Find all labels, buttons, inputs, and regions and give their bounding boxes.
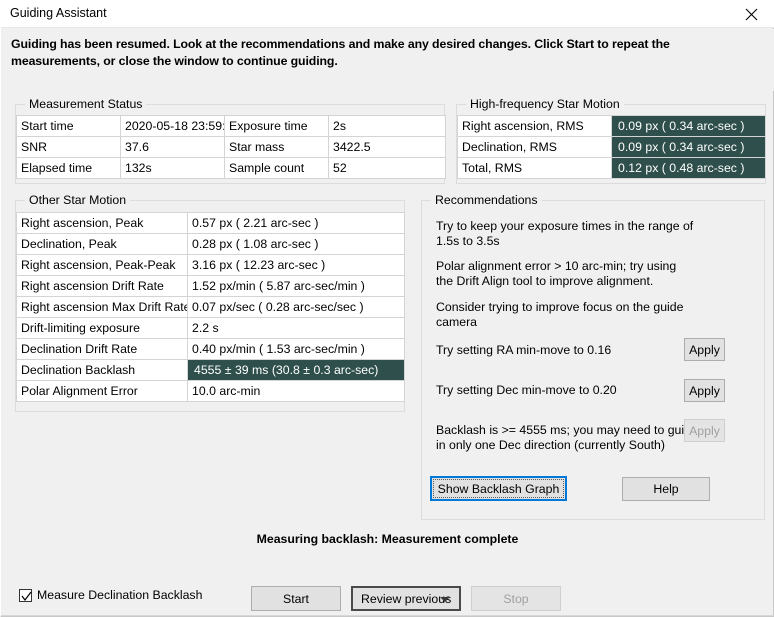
window-title: Guiding Assistant [10, 6, 107, 20]
table-row: Right ascension, Peak-Peak 3.16 px ( 12.… [16, 254, 405, 276]
instruction-banner: Guiding has been resumed. Look at the re… [1, 29, 774, 91]
table-row: Elapsed time 132s Sample count 52 [16, 157, 446, 179]
recommendation-text-focus: Consider trying to improve focus on the … [436, 300, 684, 329]
cell-value: 37.6 [120, 136, 225, 158]
guiding-assistant-window: Guiding Assistant Guiding has been resum… [0, 0, 774, 617]
high-frequency-star-motion-table: Right ascension, RMS 0.09 px ( 0.34 arc-… [457, 115, 766, 179]
show-backlash-graph-label: Show Backlash Graph [437, 481, 560, 496]
table-row: Declination Backlash 4555 ± 39 ms (30.8 … [16, 359, 405, 381]
cell-value: 2020-05-18 23:59:39 [120, 115, 225, 137]
title-bar: Guiding Assistant [1, 0, 774, 28]
high-frequency-star-motion-legend: High-frequency Star Motion [466, 97, 624, 111]
cell-label: SNR [16, 136, 121, 158]
cell-value: 0.12 px ( 0.48 arc-sec ) [611, 157, 766, 179]
apply-dec-min-move-button[interactable]: Apply [684, 379, 725, 402]
table-row: Drift-limiting exposure 2.2 s [16, 317, 405, 339]
table-row: Start time 2020-05-18 23:59:39 Exposure … [16, 115, 446, 137]
cell-label: Right ascension, Peak-Peak [16, 254, 188, 276]
close-icon[interactable] [728, 0, 774, 28]
cell-label: Total, RMS [457, 157, 612, 179]
instruction-line-2: measurements, or close the window to con… [11, 54, 338, 68]
start-button[interactable]: Start [251, 586, 341, 611]
recommendation-text-exposure: Try to keep your exposure times in the r… [436, 219, 694, 248]
measure-declination-backlash-checkbox[interactable]: Measure Declination Backlash [19, 588, 202, 602]
table-row: Total, RMS 0.12 px ( 0.48 arc-sec ) [457, 157, 766, 179]
table-row: Right ascension Drift Rate 1.52 px/min (… [16, 275, 405, 297]
cell-label: Right ascension, RMS [457, 115, 612, 137]
status-message: Measuring backlash: Measurement complete [256, 532, 519, 546]
cell-value: 3422.5 [328, 136, 446, 158]
table-row: Declination, RMS 0.09 px ( 0.34 arc-sec … [457, 136, 766, 158]
cell-value: 2s [328, 115, 446, 137]
recommendations-legend: Recommendations [431, 193, 542, 207]
cell-value: 132s [120, 157, 225, 179]
table-row: Right ascension, RMS 0.09 px ( 0.34 arc-… [457, 115, 766, 137]
cell-value: 0.07 px/sec ( 0.28 arc-sec/sec ) [187, 296, 405, 318]
cell-label: Elapsed time [16, 157, 121, 179]
table-row: Declination Drift Rate 0.40 px/min ( 1.5… [16, 338, 405, 360]
measurement-status-legend: Measurement Status [25, 97, 147, 111]
recommendation-text-dec-min-move: Try setting Dec min-move to 0.20 [436, 383, 617, 397]
cell-value: 52 [328, 157, 446, 179]
cell-value: 0.09 px ( 0.34 arc-sec ) [611, 136, 766, 158]
cell-value: 0.28 px ( 1.08 arc-sec ) [187, 233, 405, 255]
cell-label: Star mass [224, 136, 329, 158]
checkbox-label: Measure Declination Backlash [37, 588, 203, 602]
cell-label: Right ascension, Peak [16, 212, 188, 234]
cell-value: 10.0 arc-min [187, 380, 405, 402]
cell-value: 0.57 px ( 2.21 arc-sec ) [187, 212, 405, 234]
review-previous-dropdown[interactable]: Review previous [351, 586, 461, 611]
check-icon [21, 591, 32, 601]
chevron-down-icon [440, 596, 450, 602]
cell-label: Declination, RMS [457, 136, 612, 158]
recommendation-text-backlash: Backlash is >= 4555 ms; you may need to … [436, 423, 698, 452]
help-button[interactable]: Help [622, 477, 710, 501]
cell-label: Declination Drift Rate [16, 338, 188, 360]
table-row: Right ascension Max Drift Rate 0.07 px/s… [16, 296, 405, 318]
cell-label: Declination Backlash [16, 359, 188, 381]
close-icon-glyph [745, 8, 757, 20]
other-star-motion-legend: Other Star Motion [25, 193, 131, 207]
cell-value: 1.52 px/min ( 5.87 arc-sec/min ) [187, 275, 405, 297]
show-backlash-graph-button[interactable]: Show Backlash Graph [430, 476, 567, 501]
cell-label: Declination, Peak [16, 233, 188, 255]
review-previous-label: Review previous [361, 591, 452, 606]
cell-label: Drift-limiting exposure [16, 317, 188, 339]
cell-label: Sample count [224, 157, 329, 179]
recommendation-text-polar-alignment: Polar alignment error > 10 arc-min; try … [436, 259, 677, 288]
measurement-status-table: Start time 2020-05-18 23:59:39 Exposure … [16, 115, 446, 179]
stop-button: Stop [471, 586, 561, 611]
recommendations-group: Recommendations Try to keep your exposur… [421, 193, 765, 520]
recommendation-text-ra-min-move: Try setting RA min-move to 0.16 [436, 343, 612, 357]
cell-value: 2.2 s [187, 317, 405, 339]
cell-label: Exposure time [224, 115, 329, 137]
cell-value: 0.40 px/min ( 1.53 arc-sec/min ) [187, 338, 405, 360]
checkbox-box [19, 588, 32, 602]
cell-value: 4555 ± 39 ms (30.8 ± 0.3 arc-sec) [187, 359, 405, 381]
cell-label: Right ascension Drift Rate [16, 275, 188, 297]
apply-backlash-button: Apply [684, 419, 725, 442]
table-row: Right ascension, Peak 0.57 px ( 2.21 arc… [16, 212, 405, 234]
bottom-divider [1, 615, 774, 616]
cell-label: Right ascension Max Drift Rate [16, 296, 188, 318]
other-star-motion-table: Right ascension, Peak 0.57 px ( 2.21 arc… [16, 212, 405, 402]
cell-value: 0.09 px ( 0.34 arc-sec ) [611, 115, 766, 137]
table-row: SNR 37.6 Star mass 3422.5 [16, 136, 446, 158]
apply-ra-min-move-button[interactable]: Apply [684, 338, 725, 361]
table-row: Polar Alignment Error 10.0 arc-min [16, 380, 405, 402]
cell-label: Polar Alignment Error [16, 380, 188, 402]
cell-value: 3.16 px ( 12.23 arc-sec ) [187, 254, 405, 276]
table-row: Declination, Peak 0.28 px ( 1.08 arc-sec… [16, 233, 405, 255]
cell-label: Start time [16, 115, 121, 137]
instruction-line-1: Guiding has been resumed. Look at the re… [11, 37, 670, 51]
